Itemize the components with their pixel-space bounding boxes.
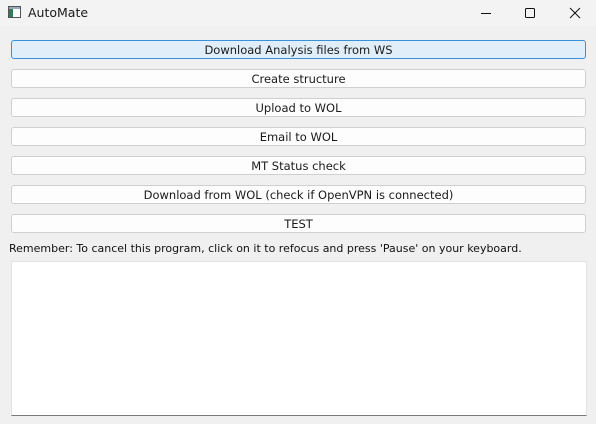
minimize-button[interactable]	[463, 0, 509, 26]
download-from-wol-button[interactable]: Download from WOL (check if OpenVPN is c…	[11, 185, 586, 204]
download-analysis-files-button[interactable]: Download Analysis files from WS	[11, 40, 586, 59]
upload-to-wol-button[interactable]: Upload to WOL	[11, 98, 586, 117]
title-bar[interactable]: AutoMate	[0, 0, 596, 26]
mt-status-check-button[interactable]: MT Status check	[11, 156, 586, 175]
test-button[interactable]: TEST	[11, 214, 586, 233]
maximize-button[interactable]	[507, 0, 553, 26]
maximize-icon	[525, 8, 535, 18]
close-button[interactable]	[552, 0, 596, 26]
log-output-textarea[interactable]	[11, 261, 587, 416]
email-to-wol-button[interactable]: Email to WOL	[11, 127, 586, 146]
minimize-icon	[481, 13, 491, 14]
app-icon	[8, 6, 21, 18]
create-structure-button[interactable]: Create structure	[11, 69, 586, 88]
close-icon	[569, 7, 581, 19]
window-title: AutoMate	[28, 5, 89, 20]
cancel-instructions-label: Remember: To cancel this program, click …	[9, 242, 522, 255]
